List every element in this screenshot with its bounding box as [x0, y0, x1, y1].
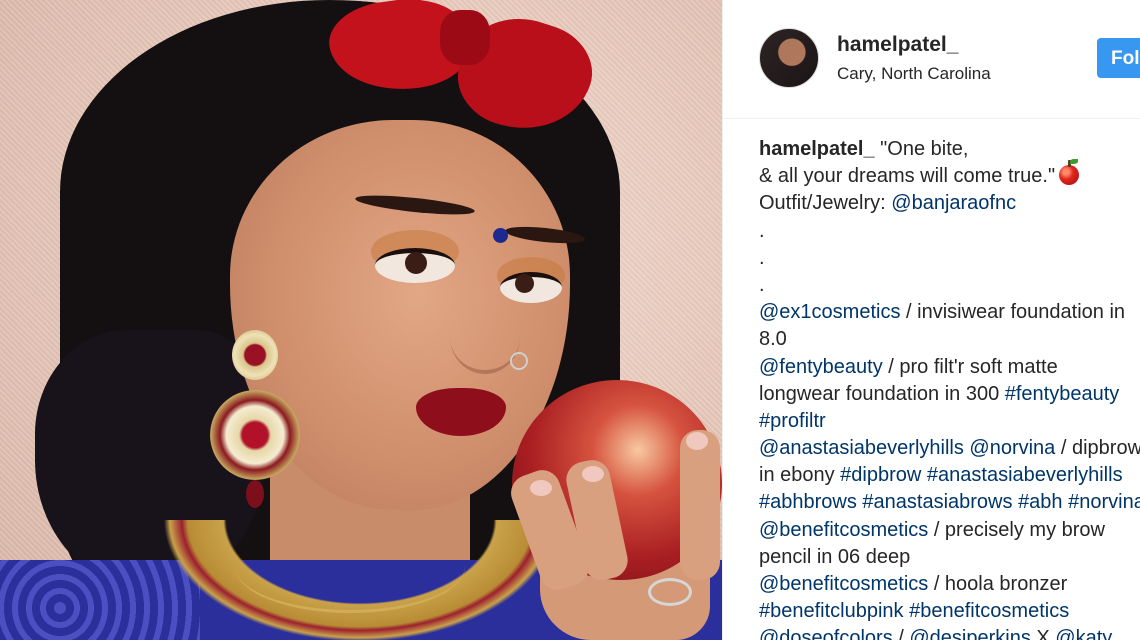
caption-text: . [759, 219, 765, 242]
earring-top [232, 330, 278, 380]
caption-line: hamelpatel_ "One bite, [759, 136, 1140, 163]
post-photo[interactable] [0, 0, 722, 640]
apple-emoji-icon [1059, 159, 1080, 186]
caption-line: & all your dreams will come true." [759, 159, 1140, 190]
hashtag-link[interactable]: #dipbrow [840, 464, 921, 486]
caption-line: 8.0 [759, 326, 1140, 353]
hashtag-link[interactable]: #abh [1018, 491, 1063, 513]
photo-thumb [680, 430, 720, 580]
caption-line: . [759, 218, 1140, 245]
post-username[interactable]: hamelpatel_ [837, 33, 958, 57]
mention-link[interactable]: @anastasiabeverlyhills [759, 437, 964, 459]
photo-nail [530, 480, 552, 496]
caption-line: Outfit/Jewelry: @banjaraofnc [759, 190, 1140, 217]
caption-text: & all your dreams will come true." [759, 165, 1056, 188]
photo-bindi [493, 228, 508, 243]
mention-link[interactable]: @katy [1055, 627, 1112, 640]
photo-nail [686, 432, 708, 450]
caption-line: @fentybeauty / pro filt'r soft matte [759, 354, 1140, 381]
post-header: hamelpatel_ Cary, North Carolina Follow [723, 0, 1140, 119]
hashtag-link[interactable]: #abhbrows [759, 491, 857, 513]
caption-line: @benefitcosmetics / hoola bronzer [759, 571, 1140, 598]
caption-line: pencil in 06 deep [759, 544, 1140, 571]
post-location[interactable]: Cary, North Carolina [837, 64, 991, 84]
earring-drop [246, 480, 264, 508]
caption-text: / hoola bronzer [928, 573, 1068, 595]
hashtag-link[interactable]: #fentybeauty [1005, 383, 1120, 405]
caption-text: / [892, 627, 910, 640]
hashtag-link[interactable]: #norvina [1068, 491, 1140, 513]
hashtag-link[interactable]: #anastasiabrows [862, 491, 1012, 513]
caption-text: / invisiwear foundation in [900, 301, 1126, 324]
mention-link[interactable]: @benefitcosmetics [759, 573, 928, 595]
caption-line: . [759, 272, 1140, 299]
avatar[interactable] [759, 28, 819, 88]
photo-red-bow [324, 0, 604, 148]
mention-link[interactable]: @benefitcosmetics [759, 519, 928, 541]
photo-ring [648, 578, 692, 606]
caption-line: #benefitclubpink #benefitcosmetics [759, 598, 1140, 625]
hashtag-link[interactable]: #anastasiabeverlyhills [927, 464, 1123, 486]
caption-text: pencil in 06 deep [759, 545, 911, 568]
caption-text: . [759, 273, 765, 296]
mention-link[interactable]: @desiperkins [909, 627, 1030, 640]
caption-line: . [759, 245, 1140, 272]
caption-line: longwear foundation in 300 #fentybeauty [759, 381, 1140, 408]
caption-text: . [759, 246, 765, 269]
mention-link[interactable]: @fentybeauty [759, 356, 883, 378]
mention-link[interactable]: @norvina [969, 437, 1055, 459]
caption-text: X [1030, 627, 1056, 640]
caption-text: / pro filt'r soft matte [882, 355, 1058, 378]
follow-button[interactable]: Follow [1097, 38, 1140, 78]
caption-text: / dipbrow [1055, 437, 1140, 460]
caption-line: #profiltr [759, 408, 1140, 435]
photo-iris-left [405, 252, 427, 274]
caption-text: longwear foundation in 300 [759, 382, 1005, 405]
caption-text: "One bite, [874, 138, 969, 160]
caption-username[interactable]: hamelpatel_ [759, 138, 875, 160]
caption-line: @ex1cosmetics / invisiwear foundation in [759, 299, 1140, 326]
mention-link[interactable]: @ex1cosmetics [759, 301, 900, 323]
post-side-panel: hamelpatel_ Cary, North Carolina Follow … [722, 0, 1140, 640]
bow-knot [440, 10, 490, 65]
hashtag-link[interactable]: #benefitclubpink [759, 600, 904, 622]
mention-link[interactable]: @doseofcolors [759, 627, 893, 640]
caption-line: in ebony #dipbrow #anastasiabeverlyhills [759, 462, 1140, 489]
caption-text: in ebony [759, 464, 841, 487]
caption-line: @anastasiabeverlyhills @norvina / dipbro… [759, 435, 1140, 462]
caption-line: #abhbrows #anastasiabrows #abh #norvina [759, 489, 1140, 516]
photo-chain [235, 520, 465, 613]
photo-nail [582, 466, 604, 482]
photo-iris-right [515, 274, 534, 293]
avatar-photo [760, 29, 818, 87]
hashtag-link[interactable]: #benefitcosmetics [909, 600, 1069, 622]
photo-earring [210, 330, 300, 510]
hashtag-link[interactable]: #profiltr [759, 410, 826, 432]
caption-line: @benefitcosmetics / precisely my brow [759, 517, 1140, 544]
post-caption: hamelpatel_ "One bite, & all your dreams … [759, 136, 1140, 640]
caption-text: Outfit/Jewelry: [759, 192, 892, 215]
earring-medallion [210, 390, 300, 480]
caption-text: / precisely my brow [928, 518, 1105, 541]
caption-text: 8.0 [759, 328, 787, 351]
mention-link[interactable]: @banjaraofnc [891, 192, 1016, 214]
photo-nose-ring [510, 352, 528, 370]
caption-line: @doseofcolors / @desiperkins X @katy [759, 625, 1140, 640]
